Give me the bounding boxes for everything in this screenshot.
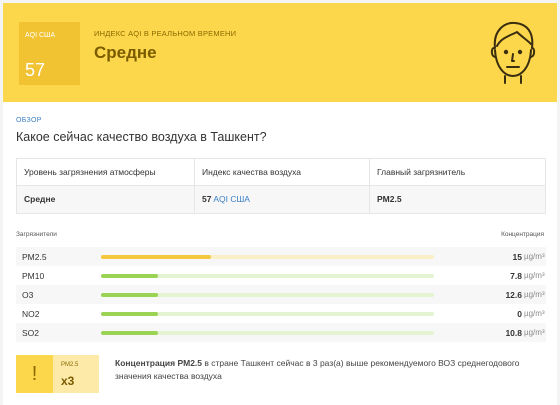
pollutant-unit: µg/m³ bbox=[524, 309, 545, 318]
pollutant-bar-fill bbox=[101, 331, 158, 335]
summary-header-level: Уровень загрязнения атмосферы bbox=[24, 167, 156, 177]
summary-header-row: Уровень загрязнения атмосферы Индекс кач… bbox=[17, 159, 545, 186]
summary-header-index: Индекс качества воздуха bbox=[194, 159, 369, 186]
who-note-text: Концентрация PM2.5 в стране Ташкент сейч… bbox=[115, 357, 535, 383]
pollutant-value: 12.6 bbox=[505, 290, 522, 300]
pollutant-unit: µg/m³ bbox=[524, 290, 545, 299]
pollutant-bar-track bbox=[101, 312, 434, 316]
who-multiplier-badge: ! PM2.5 x3 bbox=[16, 355, 99, 393]
pollutant-name: NO2 bbox=[22, 309, 40, 319]
summary-table: Уровень загрязнения атмосферы Индекс кач… bbox=[16, 158, 546, 214]
pollutant-value: 10.8 bbox=[505, 328, 522, 338]
pollutant-header-left: Загрязнители bbox=[16, 231, 57, 238]
pollutant-list-header: Загрязнители Концентрация bbox=[16, 231, 546, 243]
pollutant-bar-fill bbox=[101, 274, 158, 278]
aqi-header: AQI США 57 Индекс AQI в реальном времени… bbox=[3, 3, 557, 102]
pollutant-value: 15 bbox=[512, 252, 522, 262]
note-multiplier: x3 bbox=[61, 374, 75, 388]
pollutant-row: O3 12.6 µg/m³ bbox=[16, 285, 546, 304]
overview-question: Какое сейчас качество воздуха в Ташкент? bbox=[16, 130, 267, 144]
pollutant-name: PM10 bbox=[22, 271, 45, 281]
pollutant-bar-fill bbox=[101, 255, 211, 259]
pollutant-unit: µg/m³ bbox=[524, 328, 545, 337]
pollutant-bar-track bbox=[101, 255, 434, 259]
note-bold-text: Концентрация PM2.5 bbox=[115, 358, 203, 368]
realtime-label: Индекс AQI в реальном времени bbox=[94, 29, 237, 38]
aqi-badge-value: 57 bbox=[25, 60, 46, 80]
pollutant-unit: µg/m³ bbox=[524, 271, 545, 280]
pollutant-header-right: Концентрация bbox=[501, 231, 544, 238]
summary-index-unit-link[interactable]: AQI США bbox=[213, 194, 250, 204]
pollutant-row: PM10 7.8 µg/m³ bbox=[16, 266, 546, 285]
summary-value-row: Средне 57 AQI США PM2.5 bbox=[17, 186, 545, 213]
pollutant-bar-track bbox=[101, 331, 434, 335]
pollutant-bar-fill bbox=[101, 293, 158, 297]
summary-header-pollutant: Главный загрязнитель bbox=[369, 159, 545, 186]
pollutant-name: SO2 bbox=[22, 328, 40, 338]
pollutant-row: SO2 10.8 µg/m³ bbox=[16, 323, 546, 342]
pollutant-bar-fill bbox=[101, 312, 158, 316]
summary-level: Средне bbox=[24, 194, 56, 204]
pollutant-row: PM2.5 15 µg/m³ bbox=[16, 247, 546, 266]
warning-icon: ! bbox=[16, 355, 53, 393]
overview-label: Обзор bbox=[16, 117, 42, 124]
air-quality-widget: AQI США 57 Индекс AQI в реальном времени… bbox=[3, 3, 557, 405]
aqi-level: Средне bbox=[94, 43, 157, 62]
aqi-badge-label: AQI США bbox=[25, 32, 56, 39]
face-icon bbox=[490, 21, 536, 84]
pollutant-value: 7.8 bbox=[510, 271, 522, 281]
pollutant-unit: µg/m³ bbox=[524, 252, 545, 261]
pollutant-bar-track bbox=[101, 274, 434, 278]
pollutant-value: 0 bbox=[517, 309, 522, 319]
pollutant-bar-track bbox=[101, 293, 434, 297]
pollutant-row: NO2 0 µg/m³ bbox=[16, 304, 546, 323]
summary-main-pollutant: PM2.5 bbox=[369, 186, 545, 213]
summary-index: 57 AQI США bbox=[194, 186, 369, 213]
aqi-badge: AQI США 57 bbox=[19, 22, 80, 85]
note-pm-label: PM2.5 bbox=[61, 362, 79, 368]
summary-index-value: 57 bbox=[202, 194, 212, 204]
pollutant-name: PM2.5 bbox=[22, 252, 47, 262]
pollutant-name: O3 bbox=[22, 290, 34, 300]
